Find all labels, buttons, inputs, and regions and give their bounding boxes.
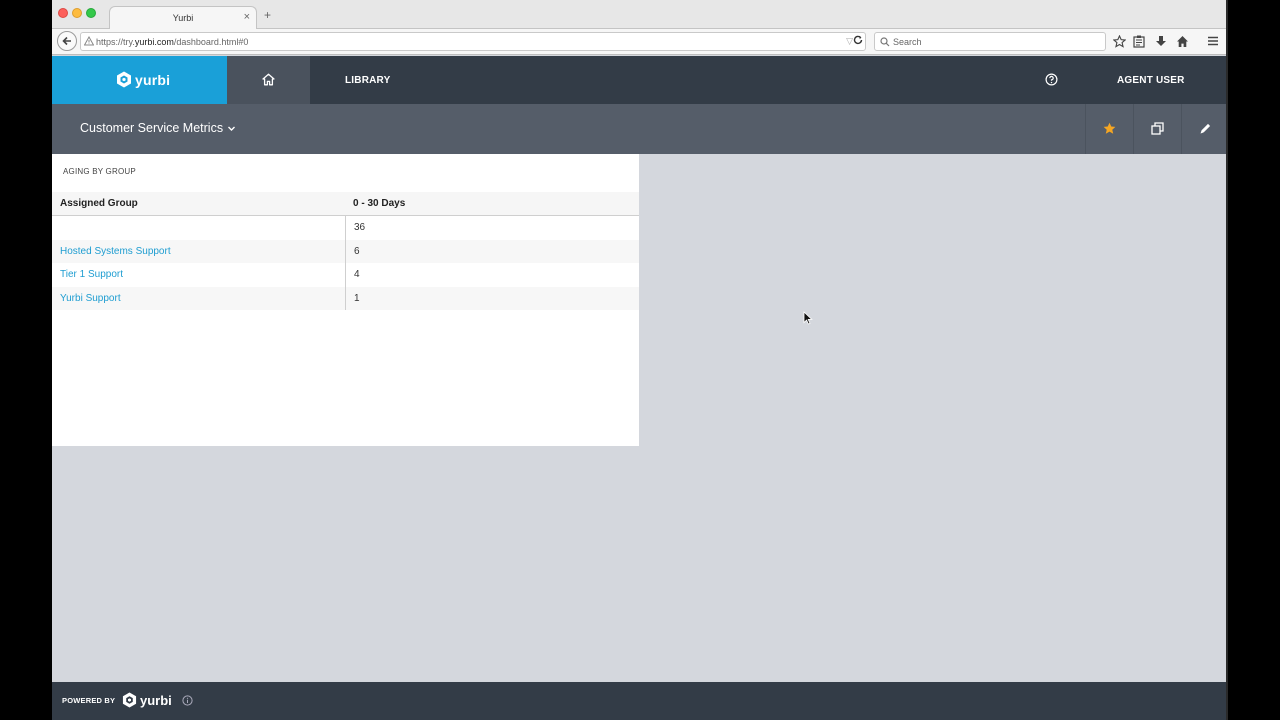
url-dropdown-icon[interactable]: ▽ [846,36,853,47]
browser-nav-bar: https://try.yurbi.com/dashboard.html#0 ▽ [52,29,1226,55]
star-icon [1103,122,1116,134]
url-text: https://try.yurbi.com/dashboard.html#0 [96,37,248,47]
yurbi-logo: yurbi [116,71,170,88]
home-icon[interactable] [1176,35,1189,48]
group-link[interactable]: Yurbi Support [52,287,345,311]
table-row: Hosted Systems Support 6 [52,239,639,264]
bookmark-star-icon[interactable] [1113,35,1126,48]
app-header: yurbi LIBRARY AGENT USER [52,56,1226,104]
copy-icon [1151,122,1164,135]
warning-icon [84,36,94,46]
back-arrow-icon [62,36,71,46]
aging-table: Assigned Group 0 - 30 Days 36 Hosted Sys… [52,192,639,310]
mouse-cursor-icon [803,311,813,325]
column-header-assigned-group[interactable]: Assigned Group [52,192,345,215]
table-header-row: Assigned Group 0 - 30 Days [52,192,639,216]
table-row: 36 [52,216,639,240]
info-icon[interactable] [182,695,193,706]
browser-tab[interactable]: Yurbi × [109,6,257,30]
user-menu[interactable]: AGENT USER [1117,75,1185,86]
reading-list-icon[interactable] [1133,35,1145,48]
footer-logo-text: yurbi [140,692,172,708]
edit-button[interactable] [1181,104,1226,154]
menu-icon[interactable] [1207,35,1219,47]
value-cell: 1 [345,286,639,310]
logo-area[interactable]: yurbi [52,56,227,104]
help-icon[interactable] [1045,73,1058,86]
pencil-icon [1200,123,1211,134]
new-tab-button[interactable]: + [264,9,271,21]
reload-icon[interactable] [853,35,863,45]
maximize-window-button[interactable] [86,8,96,18]
table-row: Tier 1 Support 4 [52,263,639,287]
minimize-window-button[interactable] [72,8,82,18]
search-icon [880,37,890,47]
powered-by-label: POWERED BY [62,696,116,705]
widget-title: AGING BY GROUP [63,167,136,176]
browser-window: Yurbi × + https://try.yurbi.com/dashboar… [52,0,1226,720]
library-nav-link[interactable]: LIBRARY [345,75,390,86]
group-cell [52,216,345,240]
home-icon [262,73,275,86]
column-header-0-30-days[interactable]: 0 - 30 Days [345,192,639,215]
dashboard-title: Customer Service Metrics [80,121,224,135]
logo-text: yurbi [135,71,171,88]
window-edge [1226,0,1228,720]
app-footer: POWERED BY yurbi [52,682,1226,720]
footer-yurbi-logo: yurbi [122,692,172,708]
table-row: Yurbi Support 1 [52,286,639,311]
url-domain: yurbi.com [134,37,174,47]
tab-title: Yurbi [172,13,194,23]
url-prefix: https://try. [96,37,135,47]
home-nav-button[interactable] [227,56,310,104]
group-link[interactable]: Hosted Systems Support [52,240,345,264]
download-icon[interactable] [1155,35,1167,48]
url-bar[interactable]: https://try.yurbi.com/dashboard.html#0 ▽ [80,32,866,51]
url-path: /dashboard.html#0 [173,37,249,47]
tab-close-icon[interactable]: × [244,11,250,23]
dashboard-toolbar: Customer Service Metrics [52,104,1226,154]
browser-search-bar[interactable] [874,32,1106,51]
dashboard-title-dropdown[interactable]: Customer Service Metrics [80,121,236,135]
value-cell: 6 [345,239,639,263]
browser-search-input[interactable] [893,36,1093,48]
close-window-button[interactable] [58,8,68,18]
value-cell: 4 [345,263,639,287]
yurbi-logo-icon [117,71,131,88]
browser-tab-bar: Yurbi × + [52,0,1226,30]
group-link[interactable]: Tier 1 Support [52,263,345,287]
favorite-button[interactable] [1085,104,1133,154]
back-button[interactable] [57,31,77,51]
duplicate-button[interactable] [1133,104,1181,154]
aging-by-group-widget: AGING BY GROUP Assigned Group 0 - 30 Day… [52,154,639,446]
yurbi-logo-icon [122,692,137,708]
value-cell: 36 [345,216,639,240]
chevron-down-icon [228,126,236,131]
